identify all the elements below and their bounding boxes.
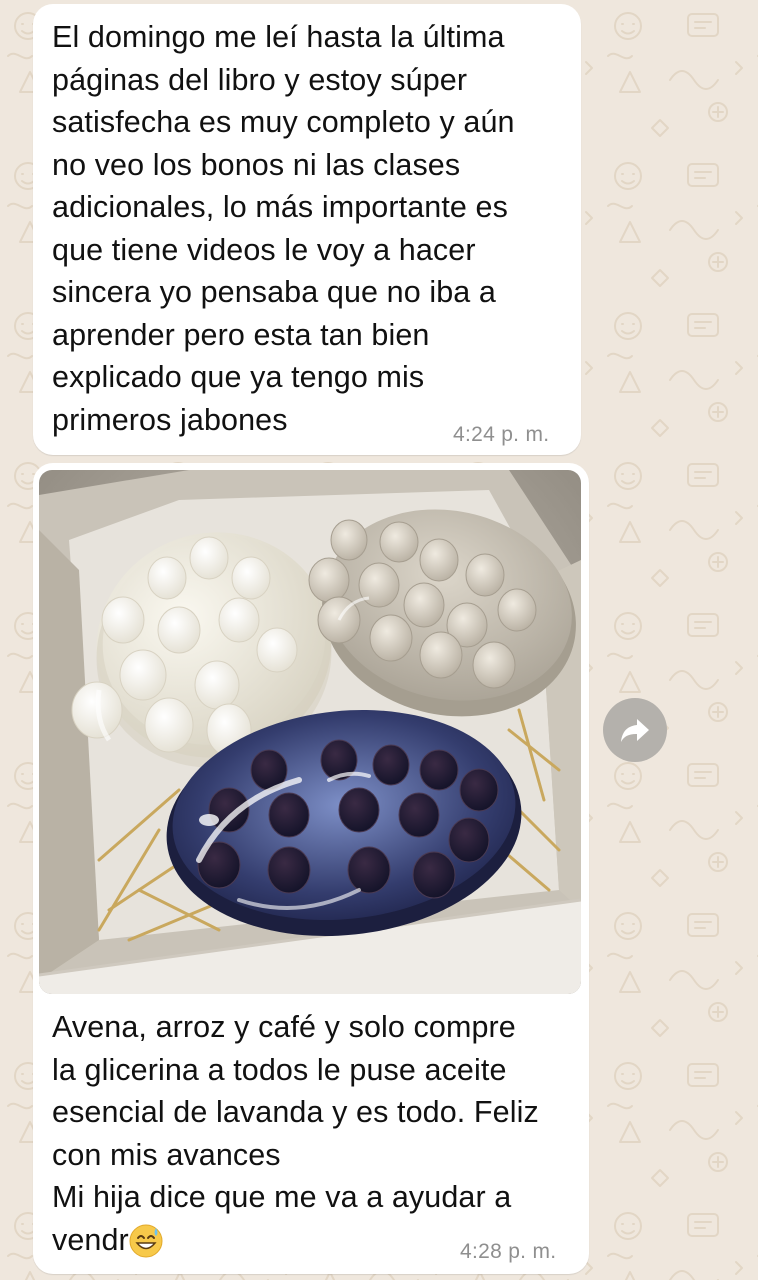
image-caption: Avena, arroz y café y solo compre la gli… [52, 1010, 539, 1257]
message-text: El domingo me leí hasta la última página… [52, 20, 515, 437]
forward-arrow-icon [621, 719, 649, 742]
image-caption-text: Avena, arroz y café y solo compre la gli… [52, 1006, 539, 1261]
message-timestamp: 4:24 p. m. [453, 423, 550, 446]
soap-photo-image [39, 470, 581, 994]
message-timestamp: 4:28 p. m. [460, 1240, 557, 1263]
grinning-face-with-sweat-emoji [129, 1224, 163, 1257]
forward-button[interactable] [603, 698, 667, 762]
soap-photo[interactable] [39, 470, 581, 994]
